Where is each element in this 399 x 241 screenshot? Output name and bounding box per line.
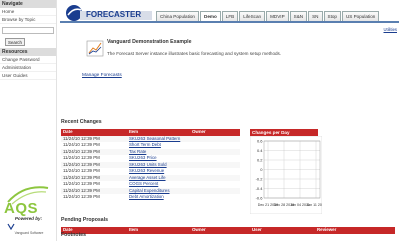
- chart-y-tick-label: -0.2: [256, 177, 264, 182]
- chart-y-tick-label: 0.2: [257, 158, 263, 163]
- demo-description: The Forecast Server instance illustrates…: [107, 51, 282, 56]
- resource-item-administration[interactable]: Administration: [0, 64, 56, 72]
- row-item-link[interactable]: Tax Rate: [129, 149, 146, 154]
- chart-x-ticks: Dec 21 2010Dec 28 2010Jan 04 2011Jan 11 …: [258, 203, 322, 207]
- tab-s-and-n[interactable]: S&N: [289, 11, 308, 21]
- tab-china-population[interactable]: China Population: [156, 11, 199, 21]
- pending-header-item: Item: [127, 227, 190, 234]
- utilities-link[interactable]: Utilities: [384, 27, 398, 32]
- row-item-link[interactable]: Capital Expenditures: [129, 188, 170, 193]
- chart-y-tick-label: -0.4: [256, 186, 264, 191]
- vanguard-mark-icon: [7, 223, 15, 231]
- chart-icon: [86, 40, 104, 57]
- recent-changes-title: Recent Changes: [61, 119, 102, 125]
- table-row: 11/24/10 12:39 PM Debt Amortization: [61, 194, 240, 201]
- recent-changes-table: Date Item Owner 11/24/10 12:39 PM SKU263 …: [61, 129, 240, 201]
- nav-item-browse-by-topic[interactable]: Browse by Topic: [0, 16, 56, 24]
- row-item-link[interactable]: SKU263 Seasonal Pattern: [129, 136, 180, 141]
- chart-x-tick-label: Jan 11 2011: [306, 203, 322, 207]
- row-item-link[interactable]: SKU263 Price: [129, 155, 157, 160]
- pending-header-reviewer: Reviewer: [315, 227, 395, 234]
- pending-proposals-title: Pending Proposals: [61, 217, 108, 223]
- row-item-link[interactable]: SKU263 Units Sold: [129, 162, 167, 167]
- row-item-link[interactable]: SKU263 Revenue: [129, 168, 164, 173]
- tab-stop[interactable]: Stop: [323, 11, 341, 21]
- row-item-link[interactable]: COGS Percent: [129, 181, 158, 186]
- pending-proposals-table: Date Item Owner User Reviewer: [61, 227, 395, 234]
- footnotes-title: Footnotes: [61, 232, 87, 238]
- forecaster-logo: FORECASTER: [66, 5, 152, 21]
- tab-underline: [60, 21, 399, 23]
- search-input[interactable]: [2, 27, 54, 34]
- search-button[interactable]: Search: [5, 38, 25, 46]
- powered-by-label: Powered by:: [14, 216, 43, 221]
- pending-header-user: User: [250, 227, 315, 234]
- nav-item-home[interactable]: Home: [0, 8, 56, 16]
- tab-bar: China Population Demo LFB LifeScan MDVIP…: [156, 11, 380, 21]
- tab-lifescan[interactable]: LifeScan: [239, 11, 266, 21]
- tab-lfb[interactable]: LFB: [221, 11, 239, 21]
- sidebar: Navigate Home Browse by Topic Search Res…: [0, 0, 57, 241]
- chart-y-tick-label: 0.6: [257, 139, 263, 144]
- row-owner: [190, 194, 240, 201]
- chart-y-tick-label: 0.4: [257, 148, 263, 153]
- row-item-link[interactable]: Average Asset Life: [129, 175, 166, 180]
- manage-forecasts-link[interactable]: Manage Forecasts: [82, 73, 122, 78]
- changes-per-day-chart: 0.60.40.20-0.2-0.4-0.6 Dec 21 2010Dec 28…: [250, 136, 322, 214]
- pending-header-owner: Owner: [190, 227, 250, 234]
- tab-us-population[interactable]: US Population: [341, 11, 380, 21]
- chart-title: Changes per Day: [250, 129, 318, 136]
- tab-mdvip[interactable]: MDVIP: [266, 11, 289, 21]
- row-item-link[interactable]: Debt Amortization: [129, 194, 164, 199]
- navigate-heading: Navigate: [0, 0, 56, 8]
- tab-demo[interactable]: Demo: [200, 11, 221, 21]
- resource-item-user-guides[interactable]: User Guides: [0, 72, 56, 80]
- row-item-link[interactable]: Short Term Debt: [129, 142, 161, 147]
- demo-title: Vanguard Demonstration Example: [107, 39, 192, 45]
- aqs-brand: AQS: [4, 200, 39, 217]
- resources-heading: Resources: [0, 48, 56, 56]
- tab-sn[interactable]: SN: [308, 11, 323, 21]
- row-date: 11/24/10 12:39 PM: [63, 194, 100, 200]
- resource-item-change-password[interactable]: Change Password: [0, 56, 56, 64]
- logo-text: FORECASTER: [86, 10, 141, 19]
- chart-y-tick-label: -0.6: [256, 196, 264, 201]
- vanguard-logo: Vanguard Software: [6, 223, 52, 235]
- vanguard-name: Vanguard Software: [14, 231, 44, 235]
